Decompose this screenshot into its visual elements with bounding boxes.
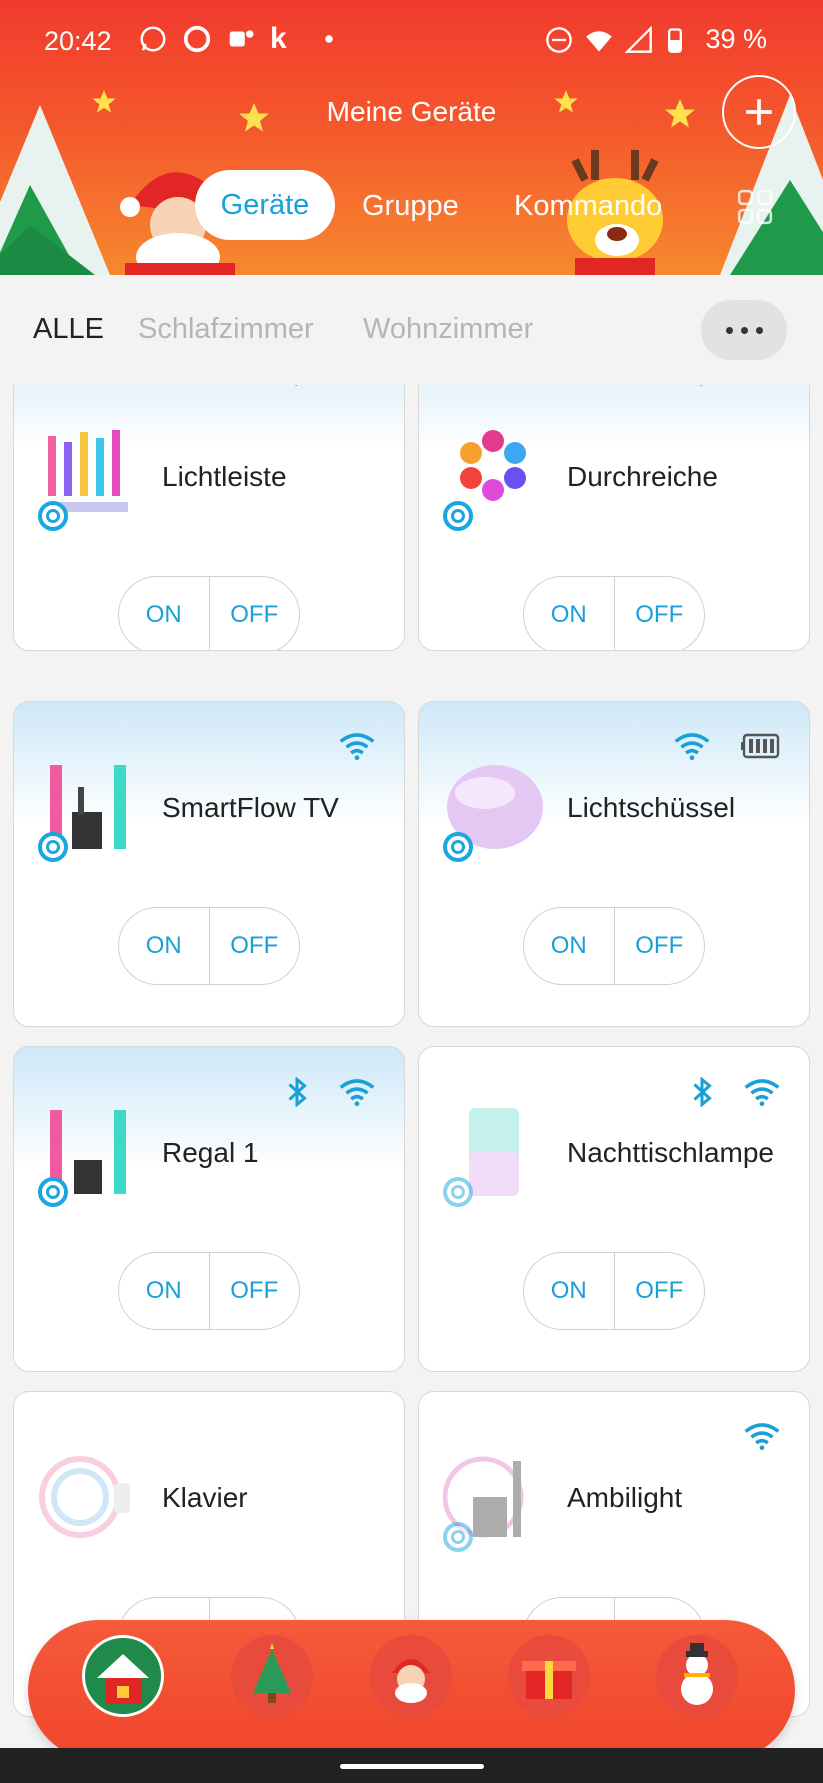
wifi-icon [338, 385, 376, 390]
status-time: 20:42 [44, 26, 112, 56]
device-grid: Lichtleiste ON OFF Durchreiche ON OFF Sm… [0, 385, 823, 1783]
off-button[interactable]: OFF [613, 577, 705, 650]
alexa-icon [38, 832, 68, 862]
signal-icon [624, 25, 653, 54]
room-filter-bar: ALLE Schlafzimmer Wohnzimmer [0, 275, 823, 385]
system-navigation-bar [0, 1748, 823, 1783]
wifi-status-icon [585, 26, 613, 54]
off-button[interactable]: OFF [208, 908, 300, 984]
device-name: Regal 1 [162, 1137, 259, 1168]
device-card-durchreiche[interactable]: Durchreiche ON OFF [418, 385, 810, 651]
on-button[interactable]: ON [119, 1253, 209, 1329]
tab-geraete[interactable]: Geräte [195, 170, 335, 240]
power-toggle: ON OFF [523, 576, 705, 650]
home-icon[interactable] [82, 1635, 164, 1717]
main-tabs: Geräte Gruppe Kommando [0, 170, 823, 240]
alexa-icon [443, 1177, 473, 1207]
device-name: SmartFlow TV [162, 792, 339, 823]
grid-view-icon[interactable] [736, 188, 774, 226]
add-device-button[interactable] [722, 75, 796, 149]
alexa-icon [443, 1522, 473, 1552]
plus-icon [746, 99, 772, 125]
status-bar: 20:42 k 39 % [0, 0, 823, 82]
wifi-icon [338, 732, 376, 765]
on-button[interactable]: ON [524, 577, 614, 650]
dot-icon [314, 24, 344, 54]
wifi-icon [338, 1078, 376, 1111]
alexa-icon [443, 501, 473, 531]
alexa-icon [443, 832, 473, 862]
device-name: Klavier [162, 1482, 248, 1513]
on-button[interactable]: ON [524, 1253, 614, 1329]
device-name: Ambilight [567, 1482, 683, 1513]
device-card-smartflow-tv[interactable]: SmartFlow TV ON OFF [13, 701, 405, 1027]
device-name: Lichtschüssel [567, 792, 736, 823]
power-toggle: ON OFF [118, 1252, 300, 1330]
bluetooth-icon [286, 1076, 308, 1112]
snowman-icon[interactable] [656, 1635, 738, 1717]
power-toggle: ON OFF [523, 1252, 705, 1330]
device-card-lichtleiste[interactable]: Lichtleiste ON OFF [13, 385, 405, 651]
k-app-icon: k [270, 22, 287, 55]
more-options-button[interactable] [701, 300, 787, 360]
device-card-nachttischlampe[interactable]: Nachttischlampe ON OFF [418, 1046, 810, 1372]
header: 20:42 k 39 % Meine Geräte Geräte Gruppe … [0, 0, 823, 275]
home-gesture-handle[interactable] [340, 1764, 484, 1769]
device-card-lichtschuessel[interactable]: Lichtschüssel ON OFF [418, 701, 810, 1027]
on-button[interactable]: ON [119, 908, 209, 984]
device-name: Nachttischlampe [567, 1137, 774, 1168]
battery-status-icon [665, 26, 693, 54]
wifi-icon [743, 385, 781, 390]
power-toggle: ON OFF [118, 907, 300, 985]
off-button[interactable]: OFF [208, 1253, 300, 1329]
room-filter-schlafzimmer[interactable]: Schlafzimmer [138, 313, 314, 346]
wifi-icon [743, 1422, 781, 1455]
bluetooth-icon [691, 385, 713, 391]
off-button[interactable]: OFF [208, 577, 300, 650]
christmas-tree-icon[interactable] [231, 1635, 313, 1717]
room-filter-all[interactable]: ALLE [33, 313, 104, 346]
on-button[interactable]: ON [119, 577, 209, 650]
power-toggle: ON OFF [523, 907, 705, 985]
teams-icon [226, 24, 256, 54]
device-card-regal-1[interactable]: Regal 1 ON OFF [13, 1046, 405, 1372]
santa-icon[interactable] [370, 1635, 452, 1717]
wifi-icon [673, 732, 711, 765]
room-filter-wohnzimmer[interactable]: Wohnzimmer [363, 313, 533, 346]
do-not-disturb-icon [545, 26, 573, 54]
bluetooth-icon [286, 385, 308, 391]
tab-gruppe[interactable]: Gruppe [362, 190, 459, 223]
battery-percent: 39 % [705, 24, 767, 54]
off-button[interactable]: OFF [613, 1253, 705, 1329]
bottom-nav-dock [28, 1620, 795, 1760]
off-button[interactable]: OFF [613, 908, 705, 984]
device-name: Durchreiche [567, 461, 718, 492]
tab-kommando[interactable]: Kommando [514, 190, 662, 223]
bluetooth-icon [691, 1076, 713, 1112]
device-name: Lichtleiste [162, 461, 287, 492]
battery-icon [741, 733, 781, 764]
on-button[interactable]: ON [524, 908, 614, 984]
whatsapp-icon [138, 24, 168, 54]
alexa-icon [38, 1177, 68, 1207]
led-strip-roll-thumbnail-icon [39, 1456, 130, 1538]
wifi-icon [743, 1078, 781, 1111]
alexa-icon [38, 501, 68, 531]
circle-app-icon [182, 24, 212, 54]
page-title: Meine Geräte [326, 96, 497, 127]
gift-icon[interactable] [508, 1635, 590, 1717]
power-toggle: ON OFF [118, 576, 300, 650]
